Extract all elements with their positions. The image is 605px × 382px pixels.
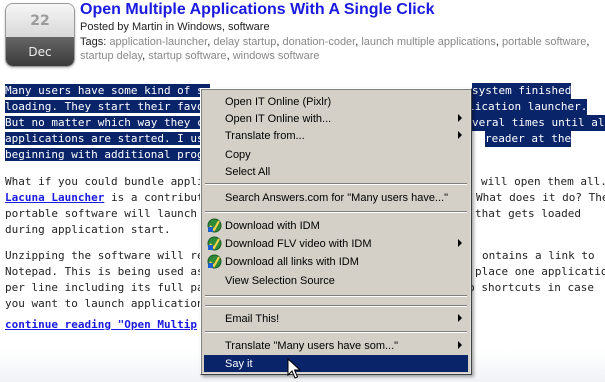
menu-separator — [205, 211, 467, 213]
menu-item-label: Translate "Many users have som..." — [225, 339, 399, 352]
post-date-day: 22 — [6, 4, 74, 37]
body-text-line: Unzipping the software will reveal — [5, 249, 231, 262]
body-text-line: What does it do? The — [476, 191, 605, 204]
body-text-line: that gets loaded — [475, 207, 581, 220]
selected-text-line: beginning with additional program — [5, 148, 224, 161]
idm-icon — [207, 254, 222, 269]
tag-link[interactable]: donation-coder — [282, 36, 355, 48]
post-date-month: Dec — [6, 37, 74, 66]
submenu-arrow-icon — [458, 314, 462, 322]
menu-item-label: Email This! — [225, 312, 280, 325]
menu-separator — [205, 331, 467, 333]
tag-link[interactable]: application-launcher — [109, 36, 207, 48]
selected-text-line: veral times until all — [472, 115, 605, 131]
idm-icon — [207, 236, 222, 251]
menu-item-download-flv-with-idm[interactable]: Download FLV video with IDM — [204, 235, 468, 252]
submenu-arrow-icon — [458, 114, 462, 122]
selected-text-line: system finished — [472, 83, 572, 99]
menu-item-label: Open IT Online (Pixlr) — [225, 95, 332, 108]
idm-icon — [207, 218, 222, 233]
lacuna-launcher-link[interactable]: Lacuna Launcher — [5, 191, 104, 204]
post-meta: Posted by Martin in Windows, software — [80, 21, 270, 33]
meta-prefix: Posted by — [80, 21, 132, 33]
menu-separator — [205, 305, 467, 307]
category-link-windows[interactable]: Windows — [177, 21, 222, 33]
menu-item-search-answers[interactable]: Search Answers.com for "Many users have.… — [204, 189, 468, 206]
menu-separator — [205, 183, 467, 185]
continue-reading-link[interactable]: continue reading "Open Multip — [5, 318, 197, 331]
menu-item-translate-selection[interactable]: Translate "Many users have som..." — [204, 337, 468, 354]
menu-item-label: Copy — [225, 148, 251, 161]
menu-item-label: Download FLV video with IDM — [225, 237, 372, 250]
body-text-line: Notepad. This is being used as an — [5, 265, 224, 278]
body-text-line: place one application — [475, 265, 605, 278]
tag-link[interactable]: launch multiple applications — [361, 36, 496, 48]
body-text-line: will open them all. — [481, 175, 605, 188]
menu-item-download-with-idm[interactable]: Download with IDM — [204, 217, 468, 234]
menu-item-open-it-online-pixlr[interactable]: Open IT Online (Pixlr) — [204, 93, 468, 110]
menu-item-email-this[interactable]: Email This! — [204, 310, 468, 327]
category-link-software[interactable]: software — [228, 21, 270, 33]
menu-separator — [205, 295, 467, 297]
tag-link[interactable]: startup software — [148, 50, 226, 62]
menu-item-translate-from[interactable]: Translate from... — [204, 127, 468, 144]
menu-item-select-all[interactable]: Select All — [204, 163, 468, 180]
selected-text-line: Many users have some kind of se — [5, 84, 211, 97]
post-date-badge: 22 Dec — [5, 3, 75, 67]
menu-item-view-selection-source[interactable]: View Selection Source — [204, 272, 468, 289]
author-name: Martin — [131, 21, 163, 33]
menu-item-label: Select All — [225, 165, 271, 178]
menu-item-label: Open IT Online with... — [225, 112, 332, 125]
menu-item-say-it[interactable]: Say it — [204, 355, 468, 372]
selected-text-line: But no matter which way they cho — [5, 116, 217, 129]
menu-item-download-all-links-with-idm[interactable]: Download all links with IDM — [204, 253, 468, 270]
submenu-arrow-icon — [458, 239, 462, 247]
menu-item-label: Say it — [225, 357, 253, 370]
menu-item-label: Translate from... — [225, 129, 305, 142]
menu-item-label: View Selection Source — [225, 274, 335, 287]
menu-item-copy[interactable]: Copy — [204, 146, 468, 163]
body-text-line: during application start. — [5, 223, 171, 236]
post-title-link[interactable]: Open Multiple Applications With A Single… — [80, 1, 435, 19]
mouse-cursor-icon — [287, 358, 301, 379]
submenu-arrow-icon — [458, 341, 462, 349]
post-tags: Tags: application-launcher, delay startu… — [80, 36, 590, 62]
tags-label: Tags: — [80, 36, 110, 48]
tag-link[interactable]: startup delay — [80, 50, 142, 62]
tag-link[interactable]: portable software — [502, 36, 586, 48]
body-text-line: ontains a link to — [482, 249, 595, 262]
selected-text-line: reader at the — [485, 131, 572, 147]
menu-item-label: Download all links with IDM — [225, 255, 359, 268]
meta-in: in — [162, 21, 178, 33]
tag-link[interactable]: windows software — [233, 50, 320, 62]
context-menu: Open IT Online (Pixlr) Open IT Online wi… — [200, 88, 472, 375]
menu-item-label: Search Answers.com for "Many users have.… — [225, 191, 449, 204]
body-text-line: What if you could bundle applicati — [5, 175, 231, 188]
tag-link[interactable]: delay startup — [213, 36, 276, 48]
submenu-arrow-icon — [458, 131, 462, 139]
menu-item-open-it-online-with[interactable]: Open IT Online with... — [204, 110, 468, 127]
